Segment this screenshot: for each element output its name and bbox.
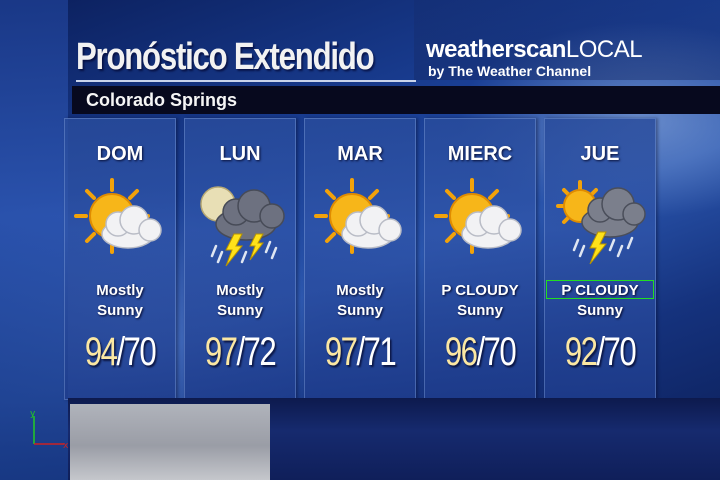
temp-separator: / <box>116 330 125 374</box>
condition-line-2: Sunny <box>457 302 503 319</box>
high-temp: 97 <box>204 330 238 374</box>
day-name: DOM <box>96 143 144 165</box>
high-temp: 92 <box>564 330 598 374</box>
forecast-panel: DOM Mostly Sunny 94/70 LUN Mostly Sunny … <box>64 118 656 400</box>
sun-partly-cloudy-icon <box>314 178 402 254</box>
condition-line-1: Mostly <box>336 282 384 299</box>
high-temp: 94 <box>84 330 118 374</box>
forecast-day-card: MIERC P CLOUDY Sunny 96/70 <box>424 118 536 400</box>
forecast-day-card: MAR Mostly Sunny 97/71 <box>304 118 416 400</box>
forecast-day-card: JUE P CLOUDY Sunny 92/70 <box>544 118 656 400</box>
day-name: MAR <box>337 143 383 165</box>
axis-y-label: y <box>30 409 36 419</box>
brand-logo: weatherscanLOCAL by The Weather Channel <box>414 0 720 80</box>
temp-separator: / <box>476 330 485 374</box>
title-underline <box>76 80 416 82</box>
forecast-day-card: DOM Mostly Sunny 94/70 <box>64 118 176 400</box>
temperature-range: 92/70 <box>556 330 643 375</box>
temperature-range: 97/71 <box>316 330 403 375</box>
low-temp: 71 <box>363 330 397 374</box>
sun-thunderstorm-icon <box>556 180 646 265</box>
low-temp: 70 <box>483 330 517 374</box>
condition-line-2: Sunny <box>217 302 263 319</box>
location-bar: Colorado Springs <box>72 86 720 114</box>
temp-separator: / <box>596 330 605 374</box>
low-temp: 70 <box>603 330 637 374</box>
condition-line-1: P CLOUDY <box>561 282 639 299</box>
high-temp: 97 <box>324 330 358 374</box>
page-title: Pronóstico Extendido <box>76 36 375 78</box>
condition-line-2: Sunny <box>337 302 383 319</box>
high-temp: 96 <box>444 330 478 374</box>
condition-line-1: Mostly <box>96 282 144 299</box>
brand-name-bold: weatherscan <box>426 36 566 63</box>
temp-separator: / <box>236 330 245 374</box>
day-name: JUE <box>580 143 620 165</box>
sun-partly-cloudy-icon <box>74 178 162 254</box>
condition-line-1: P CLOUDY <box>441 282 519 299</box>
day-name: LUN <box>219 143 261 165</box>
axis-marker-icon: y x <box>30 409 69 451</box>
city-name: Colorado Springs <box>86 90 238 110</box>
forecast-day-card: LUN Mostly Sunny 97/72 <box>184 118 296 400</box>
temperature-range: 94/70 <box>76 330 163 375</box>
moon-thunderstorm-icon <box>200 186 285 267</box>
low-temp: 70 <box>123 330 157 374</box>
brand-subtitle: by The Weather Channel <box>428 63 592 79</box>
condition-line-1: Mostly <box>216 282 264 299</box>
low-temp: 72 <box>243 330 277 374</box>
brand-name: weatherscanLOCAL <box>426 36 643 64</box>
condition-line-2: Sunny <box>577 302 623 319</box>
temperature-range: 97/72 <box>196 330 283 375</box>
axis-x-label: x <box>63 441 69 451</box>
condition-line-2: Sunny <box>97 302 143 319</box>
brand-name-light: LOCAL <box>565 36 643 63</box>
ad-placeholder <box>70 404 270 480</box>
sun-partly-cloudy-icon <box>434 178 522 254</box>
day-name: MIERC <box>447 143 513 165</box>
temperature-range: 96/70 <box>436 330 523 375</box>
temp-separator: / <box>356 330 365 374</box>
